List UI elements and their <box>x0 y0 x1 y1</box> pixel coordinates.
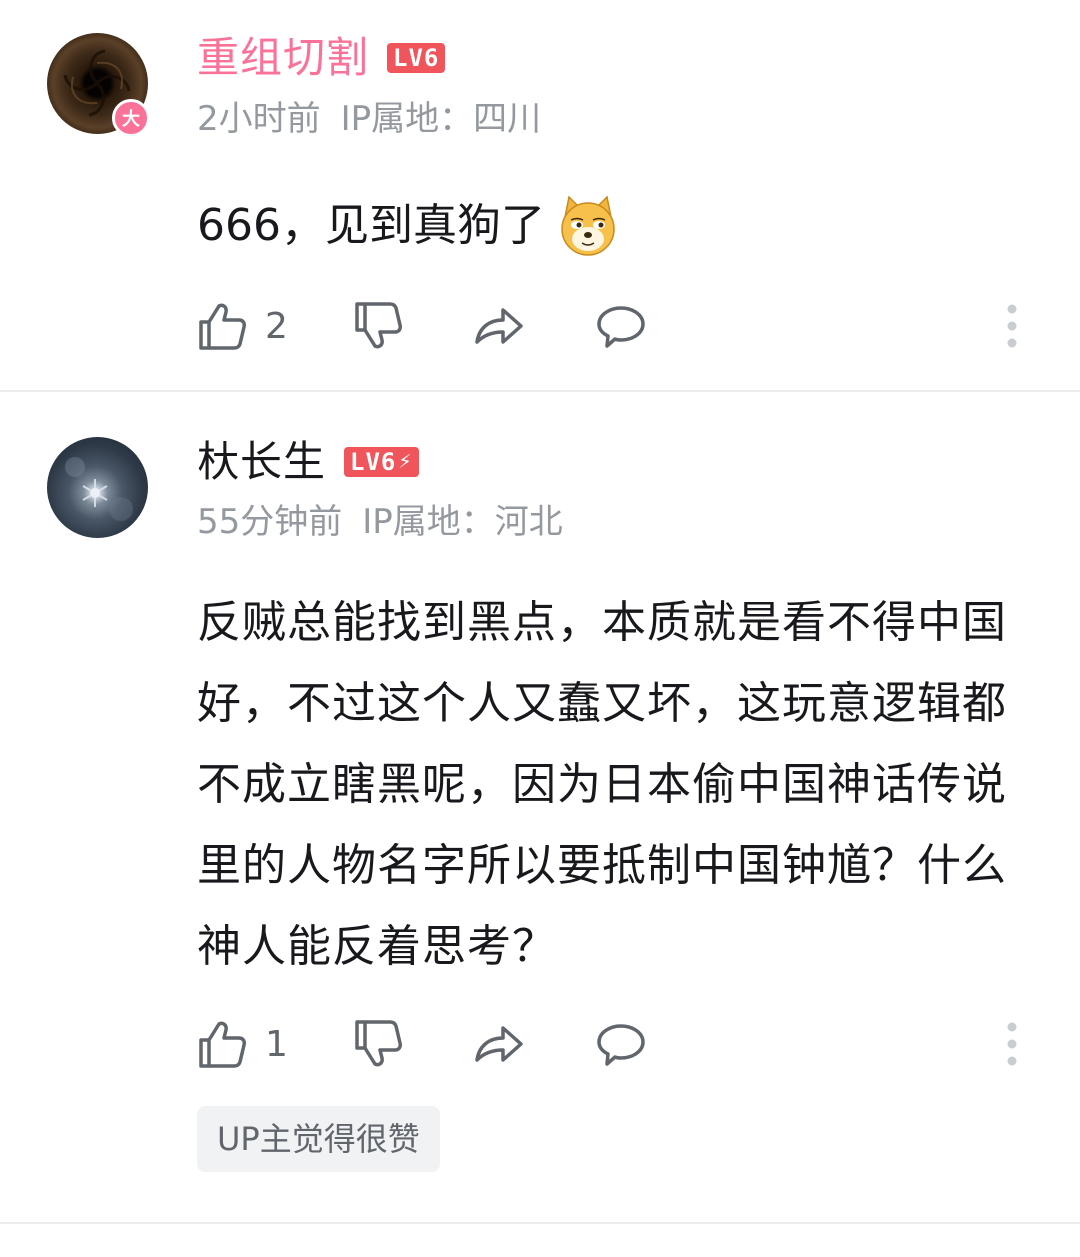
doge-emoji-icon <box>561 195 615 256</box>
reply-icon <box>597 306 645 348</box>
thumb-down-icon <box>355 1020 402 1067</box>
up-liked-tag: UP主觉得很赞 <box>197 1106 440 1172</box>
thumb-up-icon <box>199 303 246 350</box>
avatar[interactable] <box>47 437 148 538</box>
comment-time: 2小时前 <box>197 99 321 139</box>
like-button[interactable]: 1 <box>197 1014 288 1074</box>
level-badge: LV6 ⚡ <box>344 447 419 477</box>
username[interactable]: 杕长生 <box>197 434 326 490</box>
more-button[interactable] <box>997 296 1027 356</box>
reply-button[interactable] <box>595 296 647 356</box>
lightning-icon: ⚡ <box>398 449 413 474</box>
ip-location: IP属地：四川 <box>340 99 542 139</box>
share-button[interactable] <box>473 1014 525 1074</box>
name-row: 重组切割 LV6 <box>197 30 446 86</box>
share-icon <box>475 1026 523 1062</box>
like-count: 1 <box>265 1023 288 1065</box>
comment-item: 大 重组切割 LV6 2小时前 IP属地：四川 666，见到真狗了 2 <box>0 0 1080 392</box>
username[interactable]: 重组切割 <box>197 30 369 86</box>
name-row: 杕长生 LV6 ⚡ <box>197 434 419 490</box>
comment-time: 55分钟前 <box>197 502 343 542</box>
reply-button[interactable] <box>595 1014 647 1074</box>
avatar-snowflake-image <box>65 457 133 521</box>
comment-text: 反贼总能找到黑点，本质就是看不得中国好，不过这个人又蠢又坏，这玩意逻辑都不成立瞎… <box>197 597 1007 972</box>
comment-meta: 2小时前 IP属地：四川 <box>197 97 541 141</box>
more-vertical-icon <box>1007 1022 1017 1066</box>
reply-icon <box>597 1024 645 1066</box>
comment-actions: 2 <box>197 296 1027 356</box>
thumb-up-icon <box>199 1021 246 1068</box>
share-icon <box>475 308 523 344</box>
ip-location: IP属地：河北 <box>362 502 563 542</box>
more-button[interactable] <box>997 1014 1027 1074</box>
like-button[interactable]: 2 <box>197 296 288 356</box>
comment-meta: 55分钟前 IP属地：河北 <box>197 500 563 544</box>
vip-badge: 大 <box>112 99 150 137</box>
comment-content: 666，见到真狗了 <box>197 190 621 262</box>
dislike-button[interactable] <box>353 296 405 356</box>
more-vertical-icon <box>1007 304 1017 348</box>
thumb-down-icon <box>355 302 402 349</box>
like-count: 2 <box>265 305 288 347</box>
comment-text: 666，见到真狗了 <box>197 200 545 251</box>
comment-item: 杕长生 LV6 ⚡ 55分钟前 IP属地：河北 反贼总能找到黑点，本质就是看不得中国… <box>0 392 1080 1224</box>
level-badge: LV6 <box>387 43 446 73</box>
dislike-button[interactable] <box>353 1014 405 1074</box>
comment-actions: 1 <box>197 1014 1027 1074</box>
share-button[interactable] <box>473 296 525 356</box>
